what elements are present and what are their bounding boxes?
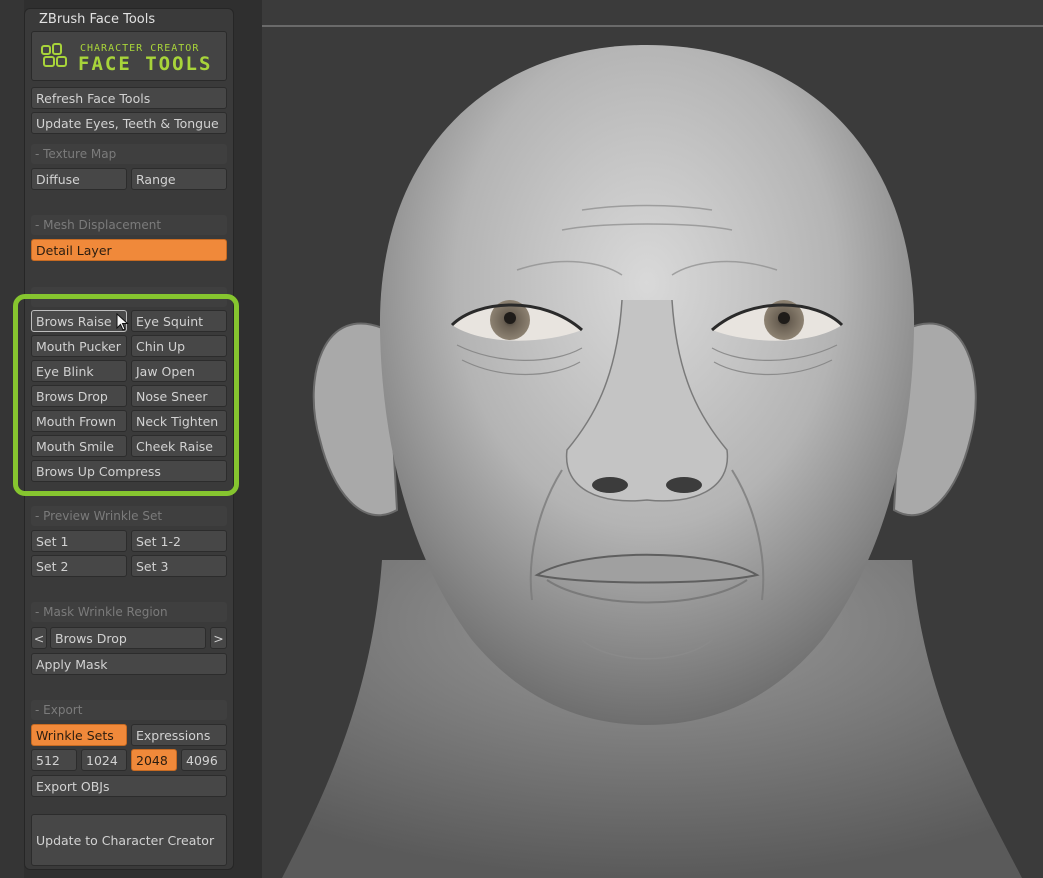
- export-section-header[interactable]: - Export: [31, 700, 227, 720]
- export-objs-button[interactable]: Export OBJs: [31, 775, 227, 797]
- preview-wrinkle-set-section-header[interactable]: - Preview Wrinkle Set: [31, 506, 227, 526]
- panel-title: ZBrush Face Tools: [39, 12, 156, 27]
- refresh-face-tools-button[interactable]: Refresh Face Tools: [31, 87, 227, 109]
- previous-region-button[interactable]: <: [31, 627, 47, 649]
- resolution-2048-button[interactable]: 2048: [131, 749, 177, 771]
- update-to-character-creator-button[interactable]: Update to Character Creator: [31, 814, 227, 866]
- sculpted-head-model: [282, 45, 1022, 878]
- set-1-button[interactable]: Set 1: [31, 530, 127, 552]
- next-region-button[interactable]: >: [210, 627, 227, 649]
- resolution-4096-button[interactable]: 4096: [181, 749, 227, 771]
- logo-big-text: FACE TOOLS: [78, 53, 213, 75]
- mesh-displacement-section-header[interactable]: - Mesh Displacement: [31, 215, 227, 235]
- wrinkle-region-selector[interactable]: Brows Drop: [50, 627, 206, 649]
- update-eyes-teeth-tongue-button[interactable]: Update Eyes, Teeth & Tongue: [31, 112, 227, 134]
- range-button[interactable]: Range: [131, 168, 227, 190]
- set-2-button[interactable]: Set 2: [31, 555, 127, 577]
- resolution-1024-button[interactable]: 1024: [81, 749, 127, 771]
- texture-map-section-header[interactable]: - Texture Map: [31, 144, 227, 164]
- mask-wrinkle-region-section-header[interactable]: - Mask Wrinkle Region: [31, 602, 227, 622]
- set-3-button[interactable]: Set 3: [131, 555, 227, 577]
- resolution-512-button[interactable]: 512: [31, 749, 77, 771]
- face-tools-logo-icon: [41, 43, 67, 67]
- wrinkle-sets-toggle[interactable]: Wrinkle Sets: [31, 724, 127, 746]
- 3d-viewport[interactable]: [262, 0, 1043, 878]
- set-1-2-button[interactable]: Set 1-2: [131, 530, 227, 552]
- detail-layer-button[interactable]: Detail Layer: [31, 239, 227, 261]
- diffuse-button[interactable]: Diffuse: [31, 168, 127, 190]
- expressions-toggle[interactable]: Expressions: [131, 724, 227, 746]
- apply-mask-button[interactable]: Apply Mask: [31, 653, 227, 675]
- mouse-cursor-icon: [116, 313, 129, 331]
- character-creator-logo: CHARACTER CREATOR FACE TOOLS: [31, 31, 227, 81]
